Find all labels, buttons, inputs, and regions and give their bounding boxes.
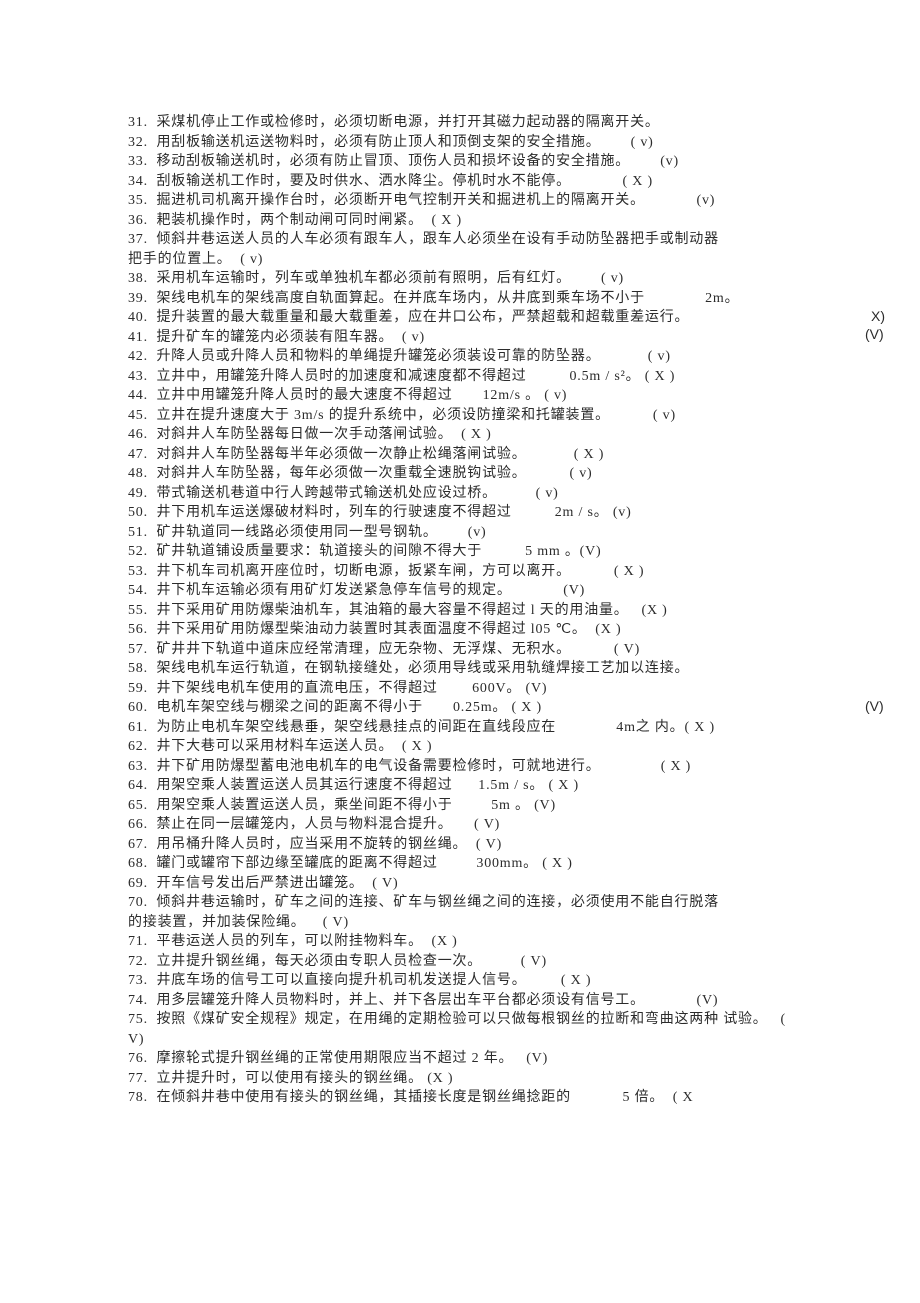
text-line: 39. 架线电机车的架线高度自轨面算起。在并底车场内，从井底到乘车场不小于 2m… xyxy=(128,289,878,309)
text-line: 65. 用架空乘人装置运送人员，乘坐间距不得小于 5m 。 (V) xyxy=(128,796,878,816)
answer-mark: X) xyxy=(871,308,885,324)
text-line: 46. 对斜井人车防坠器每日做一次手动落闸试验。 ( X ) xyxy=(128,425,878,445)
text-line: 54. 井下机车运输必须有用矿灯发送紧急停车信号的规定。 (V) xyxy=(128,581,878,601)
text-line: 68. 罐门或罐帘下部边缘至罐底的距离不得超过 300mm。 ( X ) xyxy=(128,854,878,874)
text-line: 69. 开车信号发出后严禁进出罐笼。 ( V) xyxy=(128,874,878,894)
text-line: 59. 井下架线电机车使用的直流电压，不得超过 600V。 (V) xyxy=(128,679,878,699)
text-line: 78. 在倾斜井巷中使用有接头的钢丝绳，其插接长度是钢丝绳捻距的 5 倍。 ( … xyxy=(128,1088,878,1108)
text-line: 43. 立井中，用罐笼升降人员时的加速度和减速度都不得超过 0.5m / s²。… xyxy=(128,367,878,387)
text-line: 57. 矿井井下轨道中道床应经常清理，应无杂物、无浮煤、无积水。 ( V) xyxy=(128,640,878,660)
text-line: 53. 井下机车司机离开座位时，切断电源，扳紧车闸，方可以离开。 ( X ) xyxy=(128,562,878,582)
text-line: 56. 井下采用矿用防爆型柴油动力装置时其表面温度不得超过 l05 ℃。 (X … xyxy=(128,620,878,640)
text-line: 44. 立井中用罐笼升降人员时的最大速度不得超过 12m/s 。 ( v) xyxy=(128,386,878,406)
answer-mark: (V) xyxy=(865,698,884,714)
text-line: 40. 提升装置的最大载重量和最大载重差，应在井口公布，严禁超载和超载重差运行。 xyxy=(128,308,878,328)
answer-mark: (V) xyxy=(865,326,884,342)
text-line: 61. 为防止电机车架空线悬垂，架空线悬挂点的间距在直线段应在 4m之 内。( … xyxy=(128,718,878,738)
text-line: 49. 带式输送机巷道中行人跨越带式输送机处应设过桥。 ( v) xyxy=(128,484,878,504)
text-line: 58. 架线电机车运行轨道，在钢轨接缝处，必须用导线或采用轨缝焊接工艺加以连接。 xyxy=(128,659,878,679)
text-line: 32. 用刮板输送机运送物料时，必须有防止顶人和顶倒支架的安全措施。 ( v) xyxy=(128,133,878,153)
text-line: 73. 井底车场的信号工可以直接向提升机司机发送提人信号。 ( X ) xyxy=(128,971,878,991)
text-line: 45. 立井在提升速度大于 3m/s 的提升系统中，必须设防撞梁和托罐装置。 (… xyxy=(128,406,878,426)
text-line: 35. 掘进机司机离开操作台时，必须断开电气控制开关和掘进机上的隔离开关。 (v… xyxy=(128,191,878,211)
text-line: 63. 井下矿用防爆型蓄电池电机车的电气设备需要检修时，可就地进行。 ( X ) xyxy=(128,757,878,777)
text-line: 41. 提升矿车的罐笼内必须装有阻车器。 ( v) xyxy=(128,328,878,348)
text-line: 34. 刮板输送机工作时，要及时供水、洒水降尘。停机时水不能停。 ( X ) xyxy=(128,172,878,192)
text-line: 把手的位置上。 ( v) xyxy=(128,250,878,270)
text-line: 38. 采用机车运输时，列车或单独机车都必须前有照明，后有红灯。 ( v) xyxy=(128,269,878,289)
text-line: 64. 用架空乘人装置运送人员其运行速度不得超过 1.5m / s。 ( X ) xyxy=(128,776,878,796)
text-line: 62. 井下大巷可以采用材料车运送人员。 ( X ) xyxy=(128,737,878,757)
text-line: V) xyxy=(128,1030,878,1050)
text-line: 74. 用多层罐笼升降人员物料时，并上、并下各层出车平台都必须设有信号工。 (V… xyxy=(128,991,878,1011)
text-line: 51. 矿井轨道同一线路必须使用同一型号钢轨。 (v) xyxy=(128,523,878,543)
text-line: 42. 升降人员或升降人员和物料的单绳提升罐笼必须装设可靠的防坠器。 ( v) xyxy=(128,347,878,367)
text-line: 52. 矿井轨道铺设质量要求：轨道接头的间隙不得大于 5 mm 。(V) xyxy=(128,542,878,562)
text-line: 47. 对斜井人车防坠器每半年必须做一次静止松绳落闸试验。 ( X ) xyxy=(128,445,878,465)
text-line: 70. 倾斜井巷运输时，矿车之间的连接、矿车与钢丝绳之间的连接，必须使用不能自行… xyxy=(128,893,878,913)
text-line: 50. 井下用机车运送爆破材料时，列车的行驶速度不得超过 2m / s。 (v) xyxy=(128,503,878,523)
text-line: 76. 摩擦轮式提升钢丝绳的正常使用期限应当不超过 2 年。 (V) xyxy=(128,1049,878,1069)
text-line: 75. 按照《煤矿安全规程》规定，在用绳的定期检验可以只做每根钢丝的拉断和弯曲这… xyxy=(128,1010,878,1030)
text-line: 66. 禁止在同一层罐笼内，人员与物料混合提升。 ( V) xyxy=(128,815,878,835)
text-line: 72. 立井提升钢丝绳，每天必须由专职人员检查一次。 ( V) xyxy=(128,952,878,972)
text-line: 60. 电机车架空线与棚梁之间的距离不得小于 0.25m。 ( X ) xyxy=(128,698,878,718)
text-line: 71. 平巷运送人员的列车，可以附挂物料车。 (X ) xyxy=(128,932,878,952)
text-line: 48. 对斜井人车防坠器，每年必须做一次重载全速脱钩试验。 ( v) xyxy=(128,464,878,484)
text-line: 31. 采煤机停止工作或检修时，必须切断电源，并打开其磁力起动器的隔离开关。 xyxy=(128,113,878,133)
text-line: 55. 井下采用矿用防爆柴油机车，其油箱的最大容量不得超过 l 天的用油量。 (… xyxy=(128,601,878,621)
text-line: 37. 倾斜井巷运送人员的人车必须有跟车人，跟车人必须坐在设有手动防坠器把手或制… xyxy=(128,230,878,250)
text-line: 67. 用吊桶升降人员时，应当采用不旋转的钢丝绳。 ( V) xyxy=(128,835,878,855)
text-line: 的接装置，并加装保险绳。 ( V) xyxy=(128,913,878,933)
text-line: 33. 移动刮板输送机时，必须有防止冒顶、顶伤人员和损坏设备的安全措施。 (v) xyxy=(128,152,878,172)
text-line: 77. 立井提升时，可以使用有接头的钢丝绳。 (X ) xyxy=(128,1069,878,1089)
text-line: 36. 耙装机操作时，两个制动闸可同时闸紧。 ( X ) xyxy=(128,211,878,231)
